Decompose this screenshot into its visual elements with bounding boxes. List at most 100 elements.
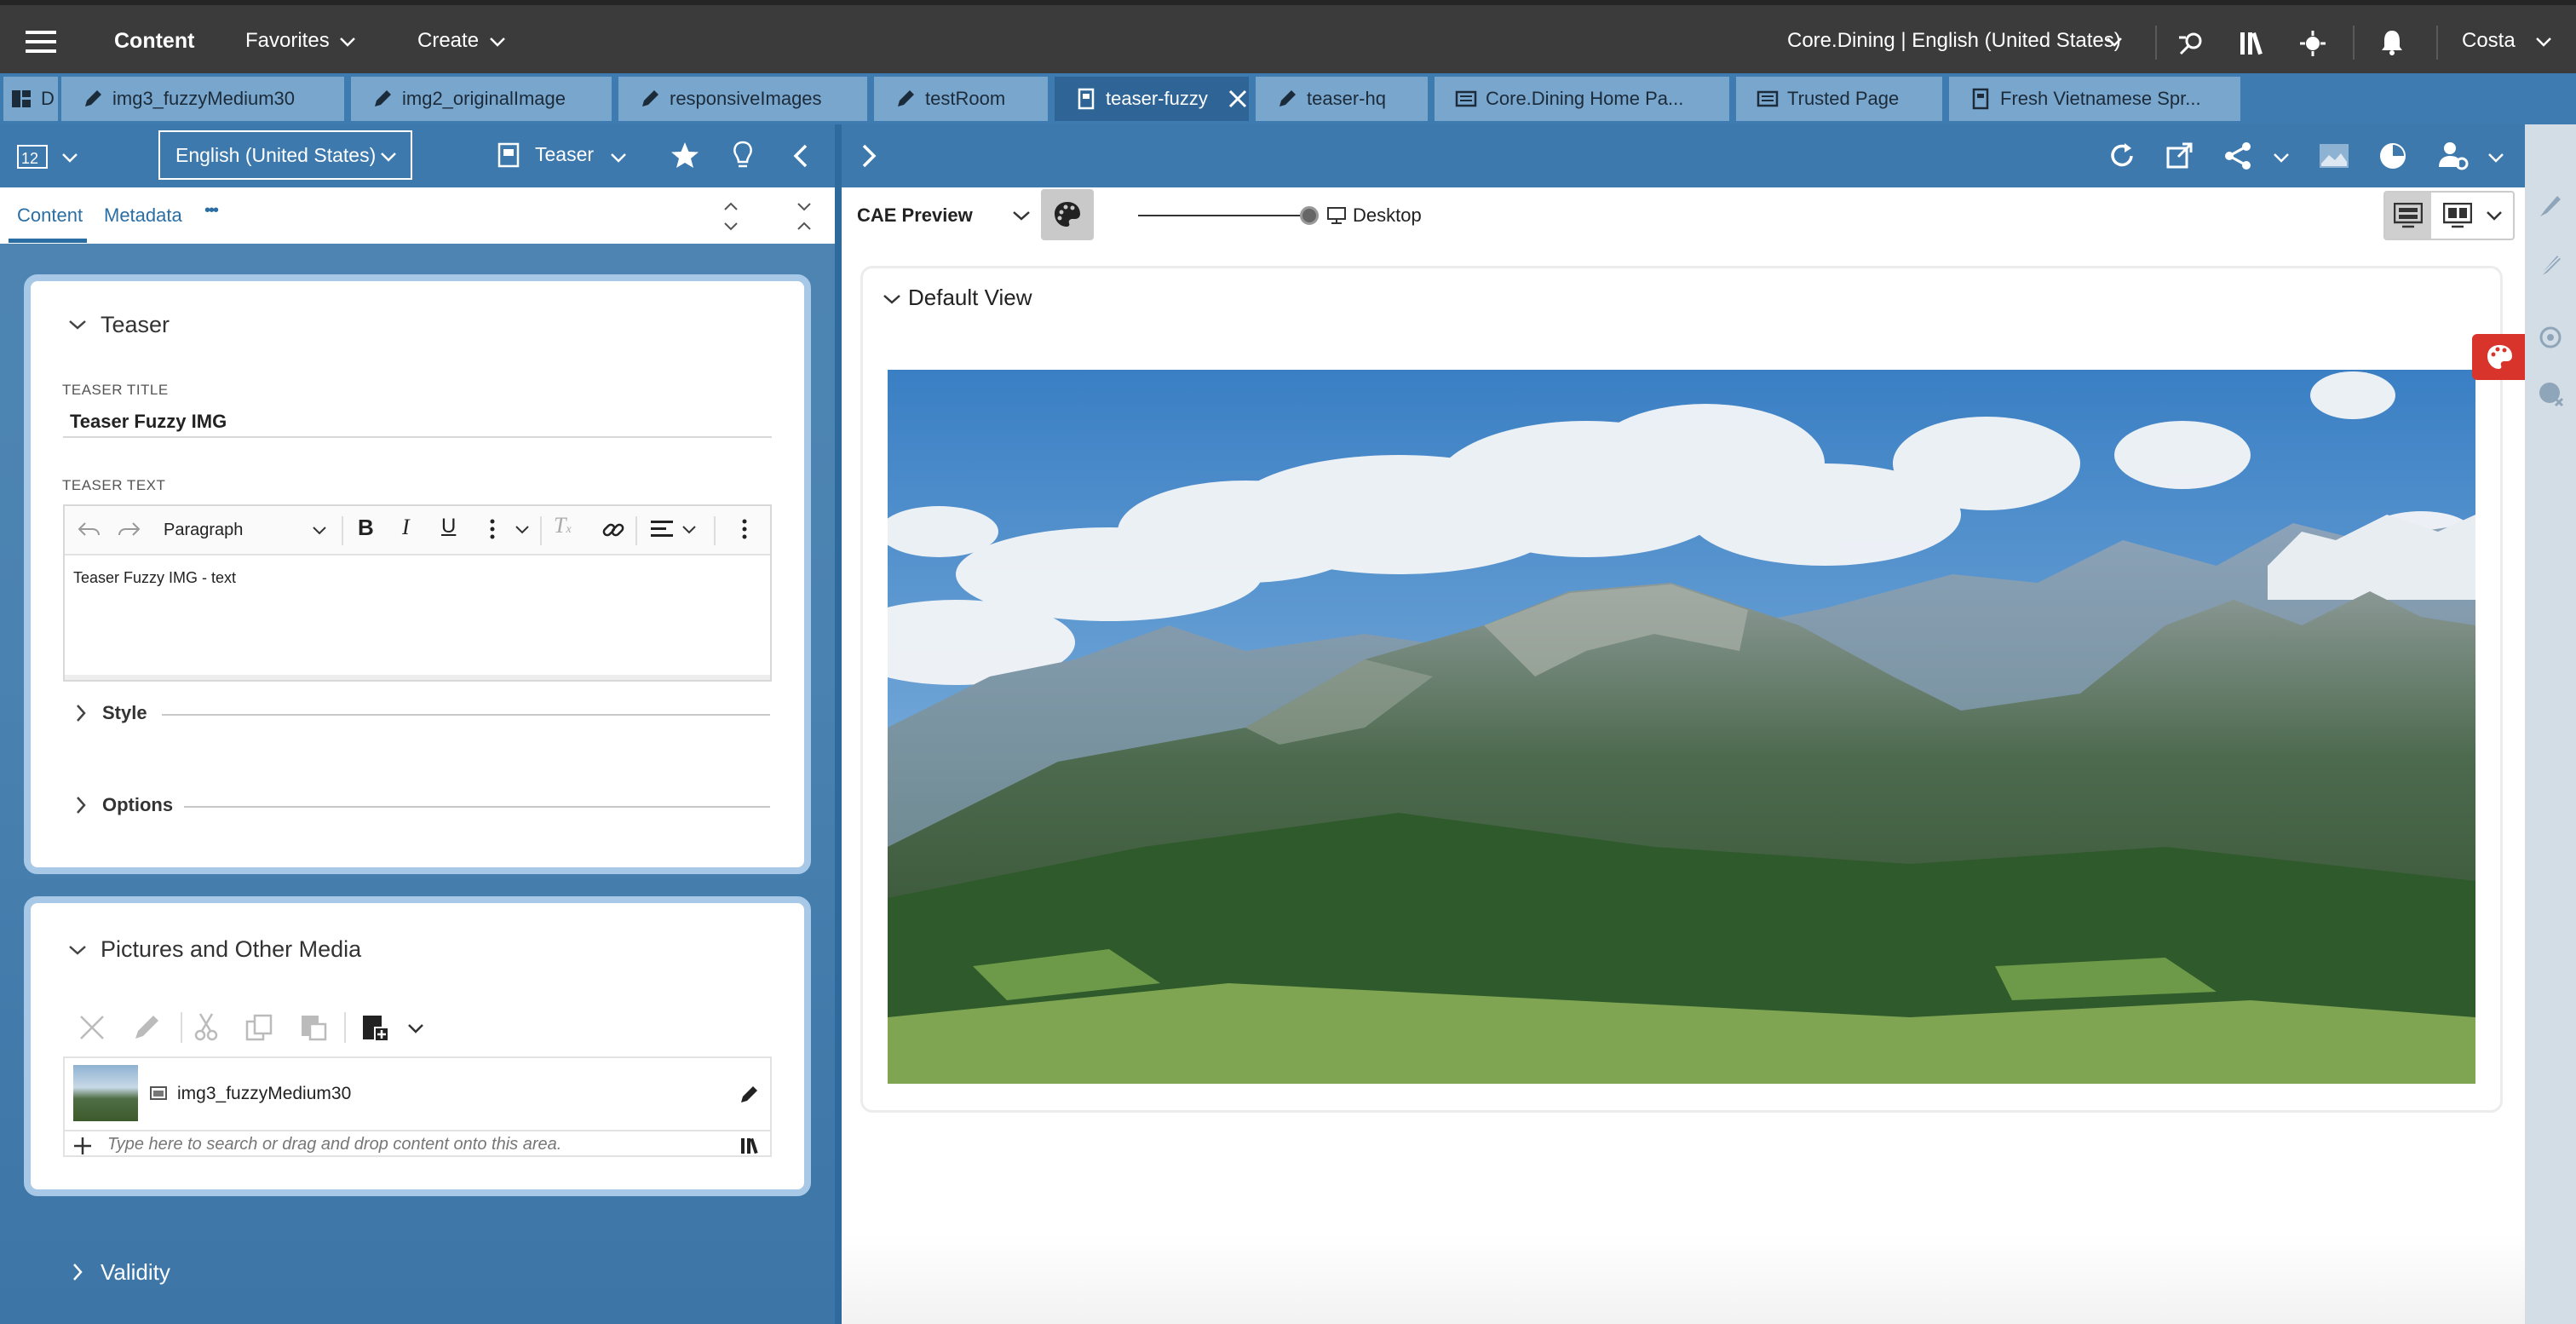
favorites-menu[interactable]: Favorites	[245, 29, 330, 53]
collapse-left-icon[interactable]	[792, 143, 809, 169]
lightbulb-icon[interactable]	[731, 140, 755, 170]
bold-button[interactable]: B	[358, 515, 374, 541]
chevron-down-icon[interactable]	[681, 525, 697, 535]
tab-content[interactable]: Content	[17, 204, 83, 227]
viewport-slider-handle[interactable]	[1300, 206, 1319, 225]
toolbar-divider	[181, 1012, 182, 1043]
options-divider	[184, 806, 770, 808]
tab-img2-originalimage[interactable]: img2_originalImage	[351, 77, 612, 121]
library-icon[interactable]	[739, 1135, 760, 1155]
doctype-label[interactable]: Teaser	[535, 143, 594, 166]
chevron-down-icon[interactable]	[610, 152, 627, 164]
media-item-name[interactable]: img3_fuzzyMedium30	[177, 1084, 351, 1104]
editor-resize-handle[interactable]	[65, 675, 770, 680]
style-section-toggle[interactable]: Style	[102, 702, 147, 724]
image-compare-icon[interactable]	[2319, 143, 2349, 169]
chevron-down-icon[interactable]	[489, 36, 506, 48]
tab-teaser-hq[interactable]: teaser-hq	[1256, 77, 1428, 121]
underline-button[interactable]: U	[441, 515, 456, 538]
remove-icon[interactable]	[78, 1014, 106, 1041]
validity-section-toggle[interactable]: Validity	[101, 1259, 170, 1286]
tab-metadata[interactable]: Metadata	[104, 204, 182, 227]
more-tabs-button[interactable]: •••	[204, 201, 219, 221]
tab-trusted-page[interactable]: Trusted Page	[1736, 77, 1942, 121]
undo-icon[interactable]	[77, 518, 101, 540]
chevron-down-icon[interactable]	[2486, 210, 2503, 222]
chevron-right-icon[interactable]	[75, 796, 87, 815]
site-selector[interactable]: Core.Dining | English (United States)	[1787, 29, 2121, 53]
user-settings-icon[interactable]	[2438, 140, 2469, 170]
chevron-down-icon[interactable]	[339, 36, 356, 48]
more-vertical-icon[interactable]	[741, 518, 748, 540]
chevron-down-icon[interactable]	[1012, 210, 1031, 222]
tab-img3-fuzzymedium30[interactable]: img3_fuzzyMedium30	[61, 77, 344, 121]
chevron-down-icon[interactable]	[515, 525, 530, 535]
star-icon[interactable]	[670, 141, 700, 170]
redo-icon[interactable]	[118, 518, 141, 540]
numbered-list-icon[interactable]: 12	[17, 145, 48, 169]
teaser-doc-icon	[497, 142, 520, 168]
chevron-down-icon[interactable]	[407, 1022, 424, 1034]
list-item[interactable]	[65, 1058, 770, 1130]
add-icon[interactable]	[73, 1137, 92, 1155]
link-icon[interactable]	[601, 518, 625, 542]
analytics-pie-icon[interactable]	[2378, 141, 2407, 170]
tab-core-dining-home[interactable]: Core.Dining Home Pa...	[1435, 77, 1729, 121]
tab-fresh-vietnamese[interactable]: Fresh Vietnamese Spr...	[1949, 77, 2240, 121]
media-search-input[interactable]: Type here to search or drag and drop con…	[107, 1135, 561, 1154]
open-external-icon[interactable]	[2165, 141, 2194, 170]
library-icon[interactable]	[2239, 29, 2266, 56]
chevron-down-icon[interactable]	[2106, 36, 2123, 48]
edit-pencil-icon[interactable]	[133, 1014, 160, 1041]
target-icon[interactable]	[2300, 31, 2326, 56]
chevron-down-icon[interactable]	[2487, 152, 2504, 164]
panel-splitter[interactable]	[835, 124, 842, 1324]
sync-icon[interactable]	[2537, 324, 2564, 351]
chevron-right-icon[interactable]	[72, 1263, 83, 1281]
preview-source-select[interactable]: CAE Preview	[857, 204, 973, 227]
chevron-down-icon[interactable]	[2273, 152, 2290, 164]
content-nav-item[interactable]: Content	[114, 29, 194, 54]
paste-icon[interactable]	[300, 1014, 327, 1041]
more-vertical-icon[interactable]	[489, 518, 496, 540]
align-left-icon[interactable]	[651, 520, 675, 538]
globe-off-icon[interactable]	[2537, 380, 2564, 407]
chevron-down-icon[interactable]	[883, 293, 901, 305]
list-divider	[65, 1130, 770, 1131]
create-menu[interactable]: Create	[417, 29, 479, 53]
collapse-all-icon[interactable]	[796, 201, 813, 232]
teaser-title-input[interactable]: Teaser Fuzzy IMG	[70, 411, 227, 433]
user-menu[interactable]: Costa	[2462, 29, 2516, 53]
tab-teaser-fuzzy[interactable]: teaser-fuzzy	[1055, 77, 1249, 121]
hamburger-menu-icon[interactable]	[26, 31, 56, 53]
remove-format-button[interactable]: Tx	[554, 513, 572, 538]
chevron-down-icon[interactable]	[61, 152, 78, 164]
multi-view-icon[interactable]	[2443, 203, 2472, 228]
chevron-right-icon[interactable]	[75, 704, 87, 722]
expand-right-icon[interactable]	[860, 143, 877, 169]
edit-pencil-icon[interactable]	[739, 1084, 760, 1104]
cut-icon[interactable]	[194, 1012, 218, 1041]
notifications-bell-icon[interactable]	[2380, 29, 2404, 56]
tab-dashboard[interactable]: D	[3, 77, 58, 121]
reload-icon[interactable]	[2107, 141, 2136, 170]
locale-select[interactable]: English (United States)	[158, 130, 412, 180]
copy-icon[interactable]	[245, 1014, 273, 1041]
paragraph-format-select[interactable]: Paragraph	[164, 515, 332, 545]
tab-testroom[interactable]: testRoom	[874, 77, 1048, 121]
chevron-down-icon[interactable]	[2535, 36, 2552, 48]
brush-off-icon[interactable]	[2537, 252, 2564, 279]
expand-all-icon[interactable]	[722, 201, 739, 232]
search-content-icon[interactable]	[2177, 31, 2206, 56]
italic-button[interactable]: I	[402, 515, 410, 540]
chevron-down-icon[interactable]	[68, 944, 87, 956]
options-section-toggle[interactable]: Options	[102, 794, 173, 816]
chevron-down-icon[interactable]	[68, 319, 87, 331]
tab-responsiveimages[interactable]: responsiveImages	[618, 77, 867, 121]
share-icon[interactable]	[2223, 141, 2252, 170]
close-tab-icon[interactable]	[1228, 89, 1247, 108]
add-from-library-icon[interactable]	[361, 1012, 390, 1043]
viewport-slider-track[interactable]	[1138, 215, 1308, 216]
brush-icon[interactable]	[2537, 193, 2564, 220]
teaser-text-content[interactable]: Teaser Fuzzy IMG - text	[73, 569, 236, 587]
